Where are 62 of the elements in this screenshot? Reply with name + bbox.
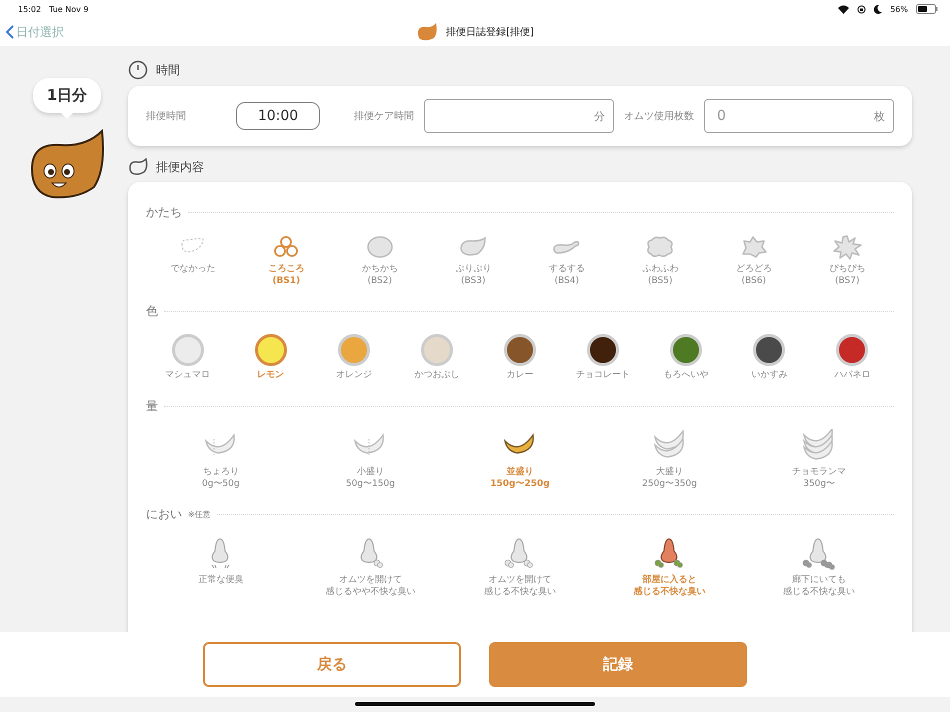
nose-icon [802,537,836,572]
battery-icon [916,4,938,14]
section-title: 排便内容 [156,158,204,176]
color-option[interactable]: かつおぶし [402,334,472,382]
shape-option[interactable]: でなかった [158,235,228,288]
input-field[interactable]: 分 [424,99,614,133]
color-option[interactable]: いかすみ [734,334,804,382]
amount-option[interactable]: 大盛り 250g〜350g [614,429,725,490]
clock-icon [128,60,148,80]
stool-outline-icon [128,158,148,176]
lock-rotation-icon [857,4,866,14]
battery-percent: 56% [890,4,908,14]
amount-option[interactable]: 並盛り 150g〜250g [464,429,575,490]
shape-option[interactable]: ふわふわ (BS5) [625,235,696,288]
odor-option[interactable]: 廊下にいても 感じる不快な臭い [754,537,884,599]
color-option[interactable]: もろへいや [651,334,722,382]
color-option[interactable]: マシュマロ [152,334,223,382]
odor-option[interactable]: オムツを開けて 感じる不快な臭い [454,537,585,599]
color-option[interactable]: レモン [236,334,306,382]
group-title: 量 [146,398,158,416]
field-label: オムツ使用枚数 [624,110,694,123]
amount-option[interactable]: 小盛り 50g〜150g [315,429,426,490]
day-badge: 1日分 [32,78,102,113]
color-option[interactable]: オレンジ [318,334,389,382]
group-title: かたち [146,204,182,221]
wifi-icon [838,4,850,14]
text-input[interactable]: 0 [715,107,874,125]
color-option[interactable]: カレー [484,334,555,382]
chevron-left-icon [6,25,14,39]
moon-icon [874,4,882,14]
burst-icon [831,235,864,260]
back-link[interactable]: 日付選択 [6,24,64,40]
amount-option[interactable]: チョモランマ 350g〜 [764,429,874,490]
odor-option[interactable]: オムツを開けて 感じるやや不快な臭い [305,537,436,599]
odor-option[interactable]: 部屋に入ると 感じる不快な臭い [604,537,735,599]
section-title: 時間 [156,62,180,78]
shape-option[interactable]: ころころ (BS1) [251,235,322,288]
time-field[interactable]: 10:00 [236,102,320,130]
screen-title: 排便日誌登録[排便] [446,26,534,39]
unit-label: 枚 [874,108,885,124]
mascot-icon [416,23,438,41]
status-date: Tue Nov 9 [49,4,89,14]
color-option[interactable]: ハバネロ [817,334,888,382]
shape-option[interactable]: ぴちぴち (BS7) [812,235,882,288]
field-label: 排便ケア時間 [354,110,414,123]
amount-option[interactable]: ちょろり 0g〜50g [166,429,276,490]
color-option[interactable]: チョコレート [568,334,638,382]
bubble-tail-icon [61,113,73,119]
shape-option[interactable]: かちかち (BS2) [344,235,415,288]
group-title: 色 [146,303,158,320]
group-title: におい [146,506,182,524]
shape-option[interactable]: ぷりぷり (BS3) [438,235,508,288]
shape-option[interactable]: どろどろ (BS6) [718,235,789,288]
back-button[interactable]: 戻る [203,642,461,687]
shape-option[interactable]: するする (BS4) [532,235,602,288]
unit-label: 分 [594,108,605,124]
status-time: 15:02 [18,4,42,14]
record-button[interactable]: 記録 [489,642,747,687]
odor-option[interactable]: 正常な便臭 [156,537,286,599]
optional-note: ※任意 [188,509,211,520]
input-field[interactable]: 0 枚 [704,99,894,133]
field-label: 排便時間 [146,110,186,123]
